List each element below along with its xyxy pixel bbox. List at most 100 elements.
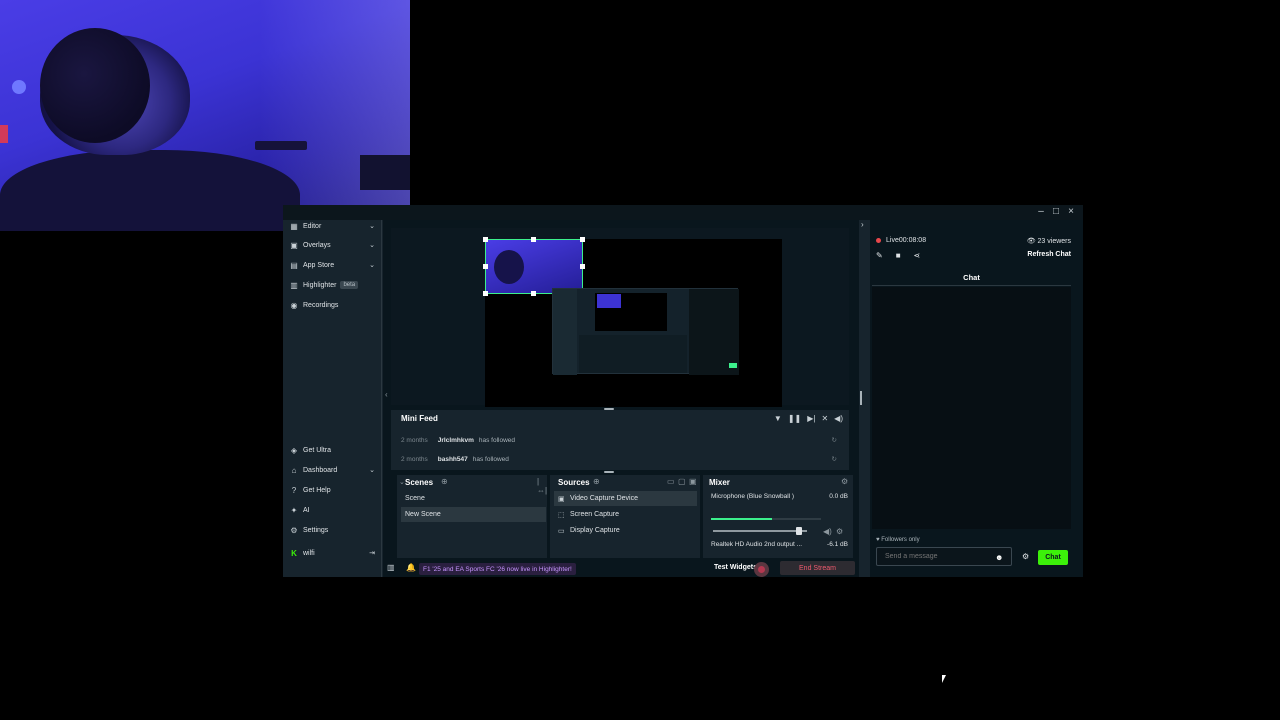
sidebar-item-label: Overlays	[303, 241, 331, 249]
replay-icon[interactable]: ↻	[832, 436, 837, 444]
resize-handle[interactable]	[531, 291, 536, 296]
filter-icon[interactable]: ▼	[774, 414, 782, 423]
add-folder-icon[interactable]: ▣	[689, 477, 697, 486]
share-icon[interactable]: ⋖	[914, 251, 921, 260]
feed-user[interactable]: Jrlclmhkvm	[438, 437, 474, 444]
beta-badge: beta	[340, 281, 359, 289]
chat-panel: Live 00:08:08 👁 23 viewers ✎ ■ ⋖ Refresh…	[870, 220, 1083, 577]
mini-feed-title: Mini Feed	[401, 414, 438, 423]
sidebar-item-dashboard[interactable]: ⌂ Dashboard ⌄	[289, 462, 379, 478]
camera-icon: ▣	[558, 495, 565, 503]
source-item[interactable]: ⬚ Screen Capture	[554, 507, 697, 522]
scene-item[interactable]: Scene	[401, 491, 546, 506]
source-item[interactable]: ▣ Video Capture Device	[554, 491, 697, 506]
volume-slider[interactable]	[713, 530, 807, 532]
shelf	[255, 141, 307, 150]
folder-icon[interactable]: ▭	[667, 477, 675, 486]
maximize-icon[interactable]: □	[1049, 206, 1063, 217]
highlighter-promo[interactable]: F1 '25 and EA Sports FC '26 now live in …	[419, 563, 576, 575]
end-stream-button[interactable]: End Stream	[780, 561, 855, 575]
chevron-down-icon[interactable]: ⌄	[399, 478, 405, 486]
resize-handle[interactable]	[483, 291, 488, 296]
chevron-right-icon[interactable]: ›	[861, 220, 864, 229]
volume-icon[interactable]: ◀)	[834, 414, 843, 423]
editor-icon: ▦	[290, 221, 298, 231]
sidebar-item-user[interactable]: K wilfi ⇥	[289, 545, 379, 561]
add-scene-icon[interactable]: ⊕	[441, 477, 448, 486]
scenes-title: Scenes	[405, 478, 434, 487]
resize-bar[interactable]	[604, 471, 614, 473]
sidebar-item-overlays[interactable]: ▣ Overlays ⌄	[289, 237, 379, 253]
title-bar: – □ ×	[283, 205, 1083, 220]
stats-icon[interactable]: ▥	[387, 563, 395, 572]
sidebar-item-settings[interactable]: ⚙ Settings	[289, 522, 379, 538]
chat-message-input[interactable]	[876, 547, 1012, 566]
resize-handle[interactable]	[483, 237, 488, 242]
heart-icon: ♥	[876, 537, 880, 543]
resize-handle[interactable]	[580, 264, 585, 269]
feed-time: 2 months	[401, 455, 428, 463]
gear-icon[interactable]: ⚙	[836, 527, 843, 536]
logout-icon[interactable]: ⇥	[369, 549, 375, 557]
ai-icon: ✦	[290, 505, 298, 515]
webcam-overlay	[0, 0, 410, 231]
webcam-source-preview[interactable]	[485, 239, 583, 294]
monitor-icon: ▭	[558, 527, 565, 535]
scenes-panel: ⌄ Scenes ⊕ |⇔| Scene New Scene	[397, 475, 547, 558]
screen-capture-preview[interactable]	[552, 288, 739, 375]
store-icon: ▤	[290, 260, 298, 270]
sidebar-item-recordings[interactable]: ◉ Recordings	[289, 297, 379, 313]
wall-object	[12, 80, 26, 94]
copy-icon[interactable]: ▢	[678, 477, 686, 486]
resize-bar[interactable]	[860, 391, 862, 405]
gear-icon[interactable]: ⚙	[841, 477, 848, 486]
sidebar-item-get-ultra[interactable]: ◈ Get Ultra	[289, 442, 379, 458]
video-icon[interactable]: ■	[896, 251, 901, 260]
resize-handle[interactable]	[580, 237, 585, 242]
nested-panels	[579, 335, 687, 373]
gear-icon[interactable]: ⚙	[1022, 552, 1029, 561]
notification-icon[interactable]: 🔔	[406, 563, 416, 572]
help-icon: ?	[291, 485, 297, 495]
minimize-icon[interactable]: –	[1034, 206, 1048, 217]
close-icon[interactable]: ×	[1064, 206, 1078, 217]
source-item[interactable]: ▭ Display Capture	[554, 523, 697, 538]
feed-user[interactable]: bashh547	[438, 456, 468, 463]
audio-meter	[711, 518, 821, 520]
sidebar-item-label: Get Ultra	[303, 446, 332, 454]
mute-alerts-icon[interactable]: ✕	[821, 414, 828, 423]
mixer-device-name: Microphone (Blue Snowball )	[711, 493, 795, 500]
test-widgets-button[interactable]: Test Widgets	[714, 564, 757, 571]
sidebar-item-label: wilfi	[303, 549, 315, 557]
resize-handle[interactable]	[483, 264, 488, 269]
record-button[interactable]	[754, 562, 769, 577]
add-source-icon[interactable]: ⊕	[593, 477, 600, 486]
source-label: Screen Capture	[570, 511, 620, 518]
sidebar-item-ai[interactable]: ✦ AI	[289, 502, 379, 518]
chevron-left-icon[interactable]: ‹	[385, 390, 388, 399]
sidebar-item-highlighter[interactable]: ▥ Highlighter beta	[289, 277, 379, 293]
chat-send-button[interactable]: Chat	[1038, 550, 1068, 565]
mixer-row: Microphone (Blue Snowball ) 0.0 dB	[711, 493, 848, 500]
stream-preview[interactable]	[483, 237, 782, 407]
overlays-icon: ▣	[290, 240, 298, 250]
edit-icon[interactable]: ✎	[876, 251, 883, 260]
replay-icon[interactable]: ↻	[832, 455, 837, 463]
sidebar-item-get-help[interactable]: ? Get Help	[289, 482, 379, 498]
source-label: Display Capture	[570, 527, 620, 534]
eye-icon: 👁	[1026, 238, 1036, 245]
sidebar-item-editor[interactable]: ▦ Editor ⌄	[289, 218, 379, 234]
chevron-down-icon: ⌄	[369, 467, 375, 474]
refresh-chat-button[interactable]: Refresh Chat	[1027, 251, 1071, 258]
list-item: 2 months Jrlclmhkvm has followed ↻	[401, 432, 841, 448]
skip-icon[interactable]: ▶|	[807, 414, 815, 423]
volume-slider-handle[interactable]	[796, 527, 803, 535]
scene-item-active[interactable]: New Scene	[401, 507, 546, 522]
pause-icon[interactable]: ❚❚	[788, 414, 801, 423]
highlighter-icon: ▥	[290, 280, 298, 290]
sidebar-item-app-store[interactable]: ▤ App Store ⌄	[289, 257, 379, 273]
resize-handle[interactable]	[531, 237, 536, 242]
speaker-icon[interactable]: ◀)	[823, 527, 832, 536]
emoji-icon[interactable]: ☻	[995, 553, 1003, 562]
mixer-device-name: Realtek HD Audio 2nd output ...	[711, 541, 803, 548]
